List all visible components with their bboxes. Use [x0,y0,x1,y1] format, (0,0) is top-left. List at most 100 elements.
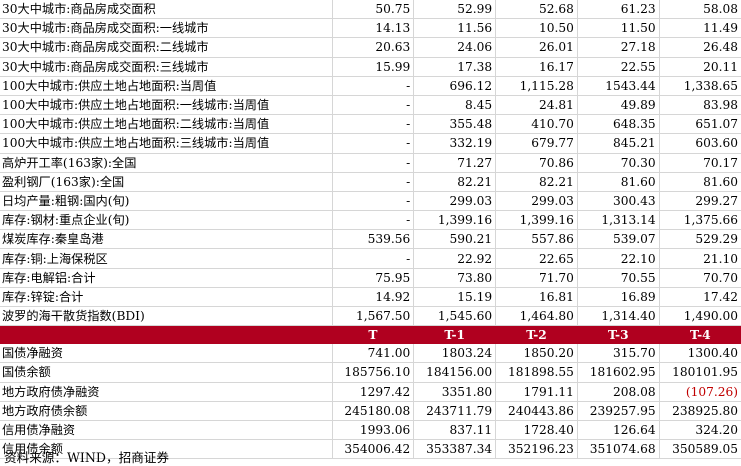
value-cell: 52.68 [495,0,578,20]
value-cell: 180101.95 [658,362,741,383]
value-cell: 299.27 [658,191,741,212]
value-cell: 26.48 [658,37,741,58]
row-label: 30大中城市:商品房成交面积:一线城市 [0,18,332,39]
value-cell: - [331,76,414,96]
value-cell: 324.20 [658,420,741,441]
row-label: 30大中城市:商品房成交面积 [0,0,332,20]
value-cell: 49.89 [576,95,660,116]
row-label: 100大中城市:供应土地占地面积:当周值 [0,76,332,96]
value-cell: 70.30 [576,153,660,173]
value-cell: 20.11 [658,57,741,77]
value-cell: 1850.20 [495,344,578,364]
value-cell: 14.13 [331,18,414,39]
value-cell: 181898.55 [495,362,578,383]
table-row: 库存:铜:上海保税区 -22.92 22.65 22.10 21.10 [0,248,741,269]
value-cell: 16.81 [495,287,578,308]
value-cell: 1993.06 [331,420,414,441]
table-row: 日均产量:粗钢:国内(旬) -299.03 299.03 300.43 299.27 [0,191,741,212]
value-cell: 539.07 [576,229,660,250]
value-cell: 81.60 [658,172,741,192]
value-cell: 1,313.14 [576,210,660,231]
value-cell: 240443.86 [495,401,578,421]
header-col-t-4: T-4 [658,325,741,345]
indicator-table: 30大中城市:商品房成交面积 50.75 52.99 52.68 61.23 58.08 3… [0,0,741,460]
value-cell: 1,375.66 [658,210,741,231]
row-label: 日均产量:粗钢:国内(旬) [0,191,332,212]
value-cell: 22.92 [413,248,496,269]
value-cell: 70.55 [576,268,660,288]
value-cell: 24.06 [413,37,496,58]
table-row: 100大中城市:供应土地占地面积:三线城市:当周值 -332.19 679.77 84… [0,133,741,154]
table-row: 100大中城市:供应土地占地面积:二线城市:当周值 -355.48 410.70 64… [0,114,741,135]
value-cell: - [331,172,414,192]
value-cell: 70.70 [658,268,741,288]
value-cell: 590.21 [413,229,496,250]
value-cell: 603.60 [658,133,741,154]
table-row: 库存:锌锭:合计 14.92 15.19 16.81 16.89 17.42 [0,287,741,308]
value-cell: 238925.80 [658,401,741,421]
value-cell: 126.64 [576,420,660,441]
value-cell: 52.99 [413,0,496,20]
value-cell: 1,567.50 [331,306,414,327]
value-cell: 1,338.65 [658,76,741,96]
value-cell: - [331,210,414,231]
row-label: 煤炭库存:秦皇岛港 [0,229,332,250]
table-row: 盈利钢厂(163家):全国 -82.21 82.21 81.60 81.60 [0,172,741,192]
value-cell: - [331,133,414,154]
table-row: 30大中城市:商品房成交面积:二线城市 20.63 24.06 26.01 27.18 2… [0,37,741,58]
value-cell: (107.26) [658,382,741,402]
value-cell: 75.95 [331,268,414,288]
value-cell: 410.70 [495,114,578,135]
value-cell: 353387.34 [413,439,496,460]
value-cell: 181602.95 [576,362,660,383]
indicator-rows: 30大中城市:商品房成交面积 50.75 52.99 52.68 61.23 58.08 3… [0,0,741,327]
value-cell: 539.56 [331,229,414,250]
value-cell: 22.65 [495,248,578,269]
row-label: 100大中城市:供应土地占地面积:一线城市:当周值 [0,95,332,116]
value-cell: 1,399.16 [413,210,496,231]
value-cell: 1,115.28 [495,76,578,96]
value-cell: - [331,95,414,116]
value-cell: 355.48 [413,114,496,135]
value-cell: 1297.42 [331,382,414,402]
value-cell: 70.86 [495,153,578,173]
value-cell: - [331,114,414,135]
value-cell: 3351.80 [413,382,496,402]
value-cell: 71.27 [413,153,496,173]
value-cell: 696.12 [413,76,496,96]
value-cell: 1543.44 [576,76,660,96]
value-cell: 11.49 [658,18,741,39]
source-note: 资料来源：WIND，招商证券 [4,450,169,465]
value-cell: 17.42 [658,287,741,308]
value-cell: 648.35 [576,114,660,135]
value-cell: 26.01 [495,37,578,58]
table-row: 国债净融资 741.00 1803.24 1850.20 315.70 1300.40 [0,344,741,364]
table-row: 100大中城市:供应土地占地面积:当周值 -696.12 1,115.28 1543.… [0,76,741,96]
value-cell: 350589.05 [658,439,741,460]
value-cell: 20.63 [331,37,414,58]
value-cell: 17.38 [413,57,496,77]
table-row: 30大中城市:商品房成交面积 50.75 52.99 52.68 61.23 58.08 [0,0,741,20]
row-label: 库存:锌锭:合计 [0,287,332,308]
value-cell: 315.70 [576,344,660,364]
value-cell: 24.81 [495,95,578,116]
bond-rows: 国债净融资 741.00 1803.24 1850.20 315.70 1300.40 国债… [0,344,741,460]
value-cell: 351074.68 [576,439,660,460]
value-cell: 352196.23 [495,439,578,460]
row-label: 国债净融资 [0,344,332,364]
value-cell: 11.56 [413,18,496,39]
value-cell: 58.08 [658,0,741,20]
value-cell: 81.60 [576,172,660,192]
value-cell: 22.55 [576,57,660,77]
value-cell: 1,399.16 [495,210,578,231]
row-label: 国债余额 [0,362,332,383]
row-label: 地方政府债余额 [0,401,332,421]
row-label: 30大中城市:商品房成交面积:二线城市 [0,37,332,58]
value-cell: 16.89 [576,287,660,308]
value-cell: 239257.95 [576,401,660,421]
value-cell: 1,490.00 [658,306,741,327]
header-blank [0,325,332,345]
value-cell: 82.21 [495,172,578,192]
table-row: 30大中城市:商品房成交面积:三线城市 15.99 17.38 16.17 22.55 2… [0,57,741,77]
value-cell: 245180.08 [331,401,414,421]
